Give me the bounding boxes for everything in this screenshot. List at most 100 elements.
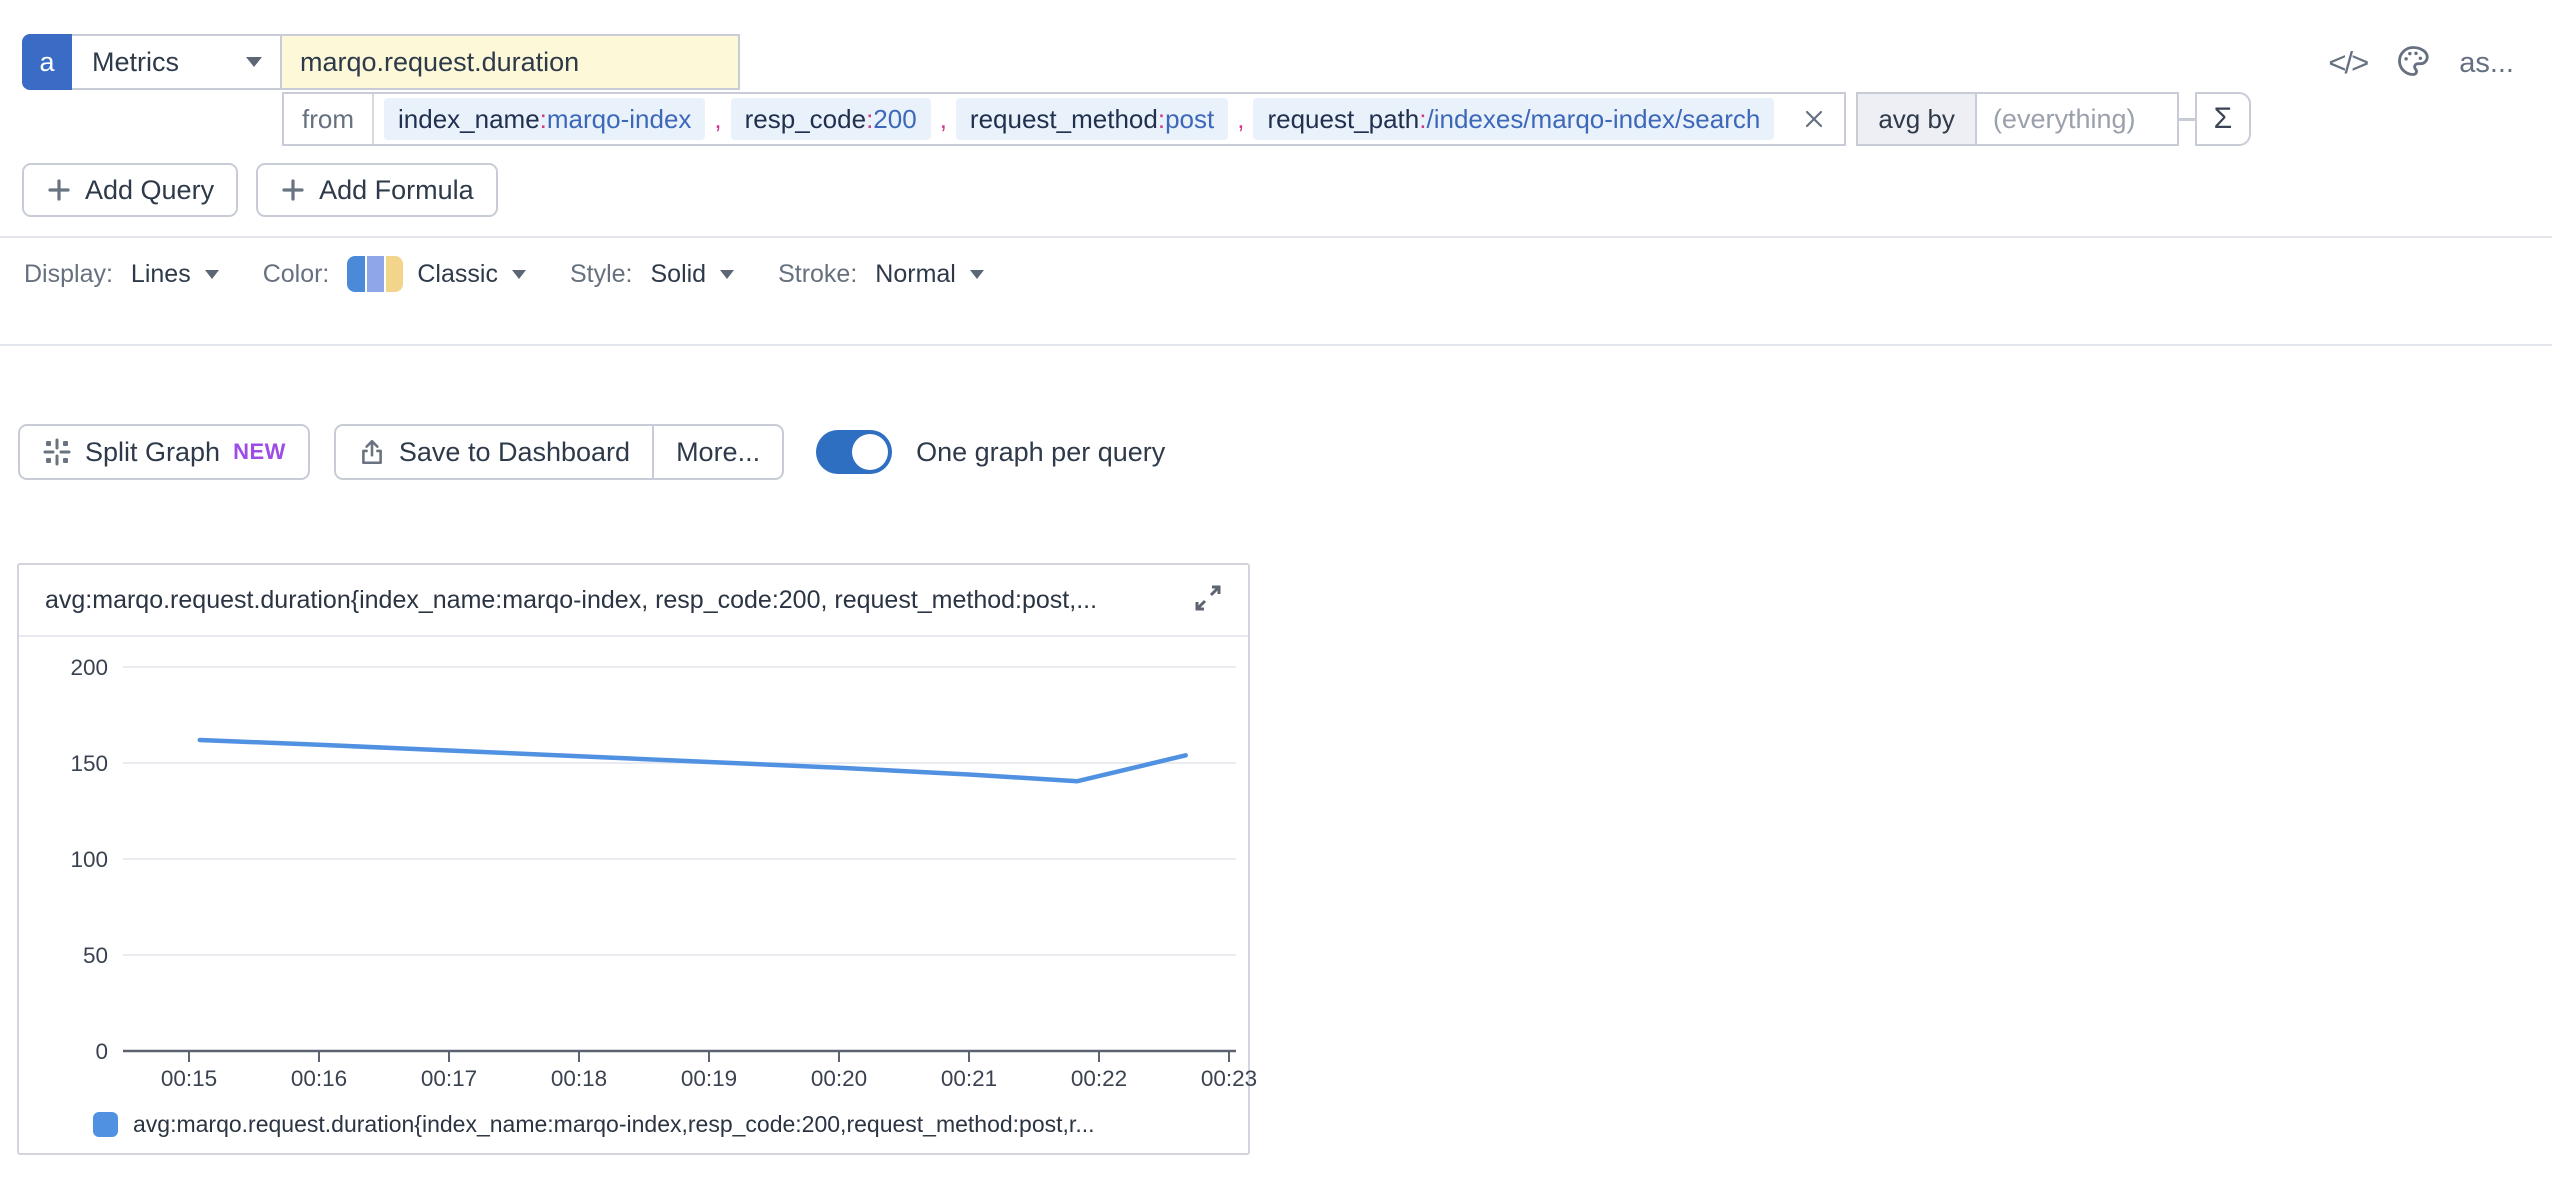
code-icon[interactable]: </> — [2328, 45, 2367, 81]
filter-comma: , — [931, 104, 956, 135]
svg-text:00:18: 00:18 — [551, 1066, 607, 1091]
svg-text:00:21: 00:21 — [941, 1066, 997, 1091]
filter-colon: : — [1158, 104, 1165, 135]
split-graph-icon — [42, 437, 72, 467]
add-formula-button[interactable]: Add Formula — [256, 163, 498, 217]
filter-comma: , — [1228, 104, 1253, 135]
add-buttons-row: Add Query Add Formula — [22, 163, 498, 217]
save-to-dashboard-button[interactable]: Save to Dashboard — [336, 426, 652, 478]
chevron-down-icon — [205, 270, 219, 279]
data-source-label: Metrics — [92, 47, 179, 78]
close-icon — [1800, 105, 1828, 133]
graph-title: avg:marqo.request.duration{index_name:ma… — [45, 586, 1190, 615]
divider — [0, 236, 2552, 238]
more-label: More... — [676, 437, 760, 468]
line-chart[interactable]: 05010015020000:1500:1600:1700:1800:1900:… — [19, 637, 1252, 1095]
svg-text:00:22: 00:22 — [1071, 1066, 1127, 1091]
stroke-label: Stroke: — [778, 260, 857, 289]
filter-comma: , — [705, 104, 730, 135]
one-graph-per-query-toggle[interactable] — [816, 430, 892, 474]
chart-legend: avg:marqo.request.duration{index_name:ma… — [19, 1095, 1248, 1153]
svg-text:150: 150 — [70, 751, 108, 776]
palette-icon[interactable] — [2395, 43, 2431, 84]
svg-text:00:15: 00:15 — [161, 1066, 217, 1091]
more-button[interactable]: More... — [654, 426, 782, 478]
display-label: Display: — [24, 260, 113, 289]
chevron-down-icon — [970, 270, 984, 279]
legend-color-swatch[interactable] — [93, 1112, 118, 1137]
query-actions: </> as... — [2328, 40, 2514, 86]
chevron-down-icon — [246, 57, 262, 67]
stroke-select[interactable]: Normal — [875, 260, 984, 289]
style-value: Solid — [650, 260, 706, 289]
split-graph-button[interactable]: Split Graph NEW — [18, 424, 310, 480]
add-query-button[interactable]: Add Query — [22, 163, 238, 217]
graph-toolbar: Split Graph NEW Save to Dashboard More..… — [18, 424, 1165, 480]
export-icon — [358, 438, 386, 466]
display-type-select[interactable]: Lines — [131, 260, 219, 289]
svg-text:00:19: 00:19 — [681, 1066, 737, 1091]
chevron-down-icon — [512, 270, 526, 279]
filter-key: index_name — [398, 104, 540, 135]
svg-text:200: 200 — [70, 655, 108, 680]
style-select[interactable]: Solid — [650, 260, 734, 289]
filter-colon: : — [1419, 104, 1426, 135]
new-badge: NEW — [233, 439, 286, 465]
svg-text:100: 100 — [70, 847, 108, 872]
color-scheme-select[interactable]: Classic — [417, 260, 526, 289]
filter-tags: index_name:marqo-index , resp_code:200 ,… — [374, 98, 1784, 140]
expand-graph-button[interactable] — [1190, 580, 1226, 621]
svg-text:0: 0 — [95, 1039, 108, 1064]
sigma-function-button[interactable]: Σ — [2195, 92, 2251, 146]
plus-icon — [46, 177, 72, 203]
group-by-input[interactable] — [1977, 94, 2177, 144]
aggregator-select[interactable]: avg by — [1858, 94, 1977, 144]
metric-name-input[interactable] — [282, 34, 740, 90]
filter-key: resp_code — [745, 104, 866, 135]
add-query-label: Add Query — [85, 175, 214, 206]
color-palette-swatch[interactable] — [347, 256, 403, 292]
data-source-select[interactable]: Metrics — [72, 34, 282, 90]
filter-tag[interactable]: request_path:/indexes/marqo-index/search — [1253, 98, 1774, 140]
filter-key: request_method — [970, 104, 1158, 135]
aggregation-group: avg by — [1856, 92, 2179, 146]
as-button[interactable]: as... — [2459, 47, 2514, 80]
split-graph-label: Split Graph — [85, 437, 220, 468]
query-builder-row: a Metrics — [22, 34, 740, 90]
metrics-explorer-page: a Metrics </> as... from index_name:marq… — [0, 0, 2552, 1198]
filter-colon: : — [540, 104, 547, 135]
display-options-row: Display: Lines Color: Classic Style: Sol… — [24, 250, 1028, 298]
fullscreen-icon — [1190, 580, 1226, 616]
filter-key: request_path — [1267, 104, 1419, 135]
filter-tag[interactable]: request_method:post — [956, 98, 1228, 140]
filter-tag[interactable]: resp_code:200 — [731, 98, 931, 140]
plus-icon — [280, 177, 306, 203]
color-label: Color: — [263, 260, 330, 289]
filter-tag[interactable]: index_name:marqo-index — [384, 98, 705, 140]
connector-line — [2179, 118, 2195, 121]
query-letter-badge: a — [22, 34, 72, 90]
filter-value: 200 — [873, 104, 916, 135]
chevron-down-icon — [720, 270, 734, 279]
timeseries-graph-card: avg:marqo.request.duration{index_name:ma… — [17, 563, 1250, 1155]
legend-series-label: avg:marqo.request.duration{index_name:ma… — [133, 1111, 1095, 1138]
stroke-value: Normal — [875, 260, 956, 289]
svg-text:00:17: 00:17 — [421, 1066, 477, 1091]
display-type-value: Lines — [131, 260, 191, 289]
color-scheme-value: Classic — [417, 260, 498, 289]
add-formula-label: Add Formula — [319, 175, 474, 206]
svg-text:00:16: 00:16 — [291, 1066, 347, 1091]
style-label: Style: — [570, 260, 633, 289]
svg-text:00:23: 00:23 — [1201, 1066, 1257, 1091]
clear-filters-button[interactable] — [1784, 105, 1844, 133]
filter-value: post — [1165, 104, 1214, 135]
filter-value: /indexes/marqo-index/search — [1426, 104, 1760, 135]
filter-colon: : — [866, 104, 873, 135]
svg-text:00:20: 00:20 — [811, 1066, 867, 1091]
graph-title-row: avg:marqo.request.duration{index_name:ma… — [19, 565, 1248, 637]
divider — [0, 344, 2552, 346]
toggle-knob — [852, 434, 888, 470]
filter-row: from index_name:marqo-index , resp_code:… — [282, 92, 2251, 146]
filter-value: marqo-index — [547, 104, 692, 135]
from-label: from — [284, 94, 374, 144]
